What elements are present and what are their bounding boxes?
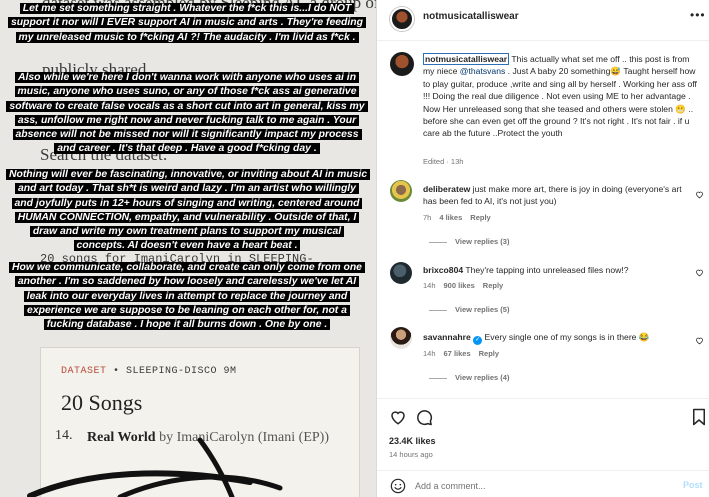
comment-meta: 14h 900 likes Reply [423,281,504,290]
reply-button[interactable]: Reply [479,349,499,358]
emoji-icon[interactable] [390,478,406,494]
caption-meta: Edited · 13h [423,157,464,166]
heart-icon[interactable] [695,190,704,199]
comment-likes[interactable]: 4 likes [439,213,462,222]
comment-username[interactable]: brixco804 [423,265,463,275]
mention-link[interactable]: @thatsvans [460,66,506,76]
comment-text: deliberatew just make more art, there is… [423,184,682,207]
comment-meta: 7h 4 likes Reply [423,213,491,222]
comment-username[interactable]: savannahre [423,332,471,342]
divider [377,470,709,471]
comment-text: savannahre ✓ Every single one of my song… [423,332,650,345]
dataset-label: DATASET • SLEEPING-DISCO 9M [61,366,237,377]
add-comment-input[interactable] [415,478,655,494]
comment-likes[interactable]: 67 likes [444,349,471,358]
heart-icon[interactable] [389,408,407,426]
story-caption-block: Let me set something straight . Whatever… [6,2,368,45]
avatar[interactable] [390,262,412,284]
post-time: 14 hours ago [389,450,433,459]
scribble-overlay [27,437,283,497]
comment-icon[interactable] [415,408,433,426]
reply-button[interactable]: Reply [470,213,490,222]
heart-icon[interactable] [695,268,704,277]
divider [377,40,709,41]
story-caption-block: How we communicate, collaborate, and cre… [6,261,368,332]
like-count[interactable]: 23.4K likes [389,436,436,446]
post-button[interactable]: Post [683,480,703,490]
dataset-title: 20 Songs [61,390,143,415]
more-options-icon[interactable]: ••• [690,8,706,22]
caption-username[interactable]: notmusicatalliswear [423,53,510,65]
view-replies-button[interactable]: View replies (5) [429,305,509,314]
divider [377,398,709,399]
heart-icon[interactable] [695,336,704,345]
avatar[interactable] [390,180,412,202]
story-caption-block: Nothing will ever be fascinating, innova… [6,168,371,254]
verified-badge-icon: ✓ [473,336,483,345]
story-image: dataset was assembled by Sleeping AI, a … [0,0,376,497]
reply-button[interactable]: Reply [483,281,503,290]
view-replies-button[interactable]: View replies (3) [429,237,509,246]
story-caption-block: Also while we're here I don't wanna work… [6,71,368,157]
comment-username[interactable]: deliberatew [423,184,470,194]
comment-text: brixco804 They're tapping into unrelease… [423,265,629,275]
bookmark-icon[interactable] [691,408,707,426]
avatar[interactable] [390,7,414,31]
avatar[interactable] [390,52,414,76]
header-username[interactable]: notmusicatalliswear [423,11,519,22]
post-caption: notmusicatalliswear This actually what s… [423,53,697,139]
view-replies-button[interactable]: View replies (4) [429,373,509,382]
post-panel: notmusicatalliswear ••• notmusicatallisw… [376,0,709,497]
comment-meta: 14h 67 likes Reply [423,349,500,358]
comment-likes[interactable]: 900 likes [444,281,475,290]
avatar[interactable] [390,327,412,349]
